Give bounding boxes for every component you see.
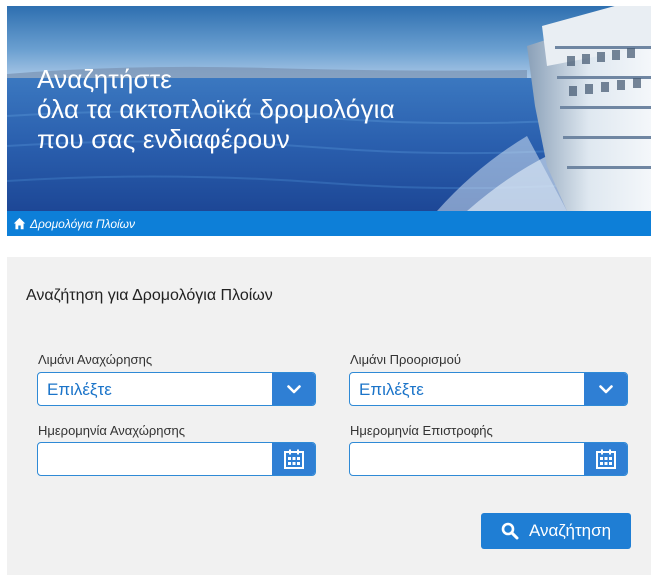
departure-date-field[interactable] bbox=[37, 442, 316, 476]
search-panel-title: Αναζήτηση για Δρομολόγια Πλοίων bbox=[26, 287, 273, 304]
calendar-icon bbox=[595, 449, 616, 469]
return-date-label: Ημερομηνία Επιστροφής bbox=[350, 423, 493, 438]
return-date-field[interactable] bbox=[349, 442, 628, 476]
headline-line: που σας ενδιαφέρουν bbox=[37, 124, 290, 154]
return-date-input[interactable] bbox=[350, 443, 586, 475]
destination-port-label: Λιμάνι Προορισμού bbox=[350, 352, 461, 367]
headline-line: Αναζητήστε bbox=[37, 64, 172, 94]
search-panel: Αναζήτηση για Δρομολόγια Πλοίων Λιμάνι Α… bbox=[7, 257, 651, 575]
hero-banner: Αναζητήστε όλα τα ακτοπλοϊκά δρομολόγια … bbox=[7, 6, 651, 236]
chevron-down-icon bbox=[286, 384, 301, 393]
departure-date-calendar-button[interactable] bbox=[272, 443, 315, 475]
departure-port-dropdown-button[interactable] bbox=[272, 373, 315, 405]
banner-headline: Αναζητήστε όλα τα ακτοπλοϊκά δρομολόγια … bbox=[37, 64, 395, 154]
departure-date-input[interactable] bbox=[38, 443, 274, 475]
home-icon[interactable] bbox=[13, 217, 26, 230]
departure-date-label: Ημερομηνία Αναχώρησης bbox=[38, 423, 186, 438]
destination-port-value: Επιλέξτε bbox=[359, 380, 424, 399]
departure-port-select[interactable]: Επιλέξτε bbox=[37, 372, 316, 406]
destination-port-select[interactable]: Επιλέξτε bbox=[349, 372, 628, 406]
chevron-down-icon bbox=[598, 384, 613, 393]
search-button-label: Αναζήτηση bbox=[528, 521, 612, 540]
departure-port-value: Επιλέξτε bbox=[47, 380, 112, 399]
calendar-icon bbox=[283, 449, 304, 469]
return-date-calendar-button[interactable] bbox=[584, 443, 627, 475]
search-icon bbox=[501, 522, 519, 540]
breadcrumb-item-ferry-schedules[interactable]: Δρομολόγια Πλοίων bbox=[30, 217, 135, 231]
destination-port-dropdown-button[interactable] bbox=[584, 373, 627, 405]
headline-line: όλα τα ακτοπλοϊκά δρομολόγια bbox=[37, 94, 395, 124]
departure-port-label: Λιμάνι Αναχώρησης bbox=[38, 352, 153, 367]
search-button[interactable]: Αναζήτηση bbox=[481, 513, 631, 549]
breadcrumb: Δρομολόγια Πλοίων bbox=[7, 211, 651, 236]
